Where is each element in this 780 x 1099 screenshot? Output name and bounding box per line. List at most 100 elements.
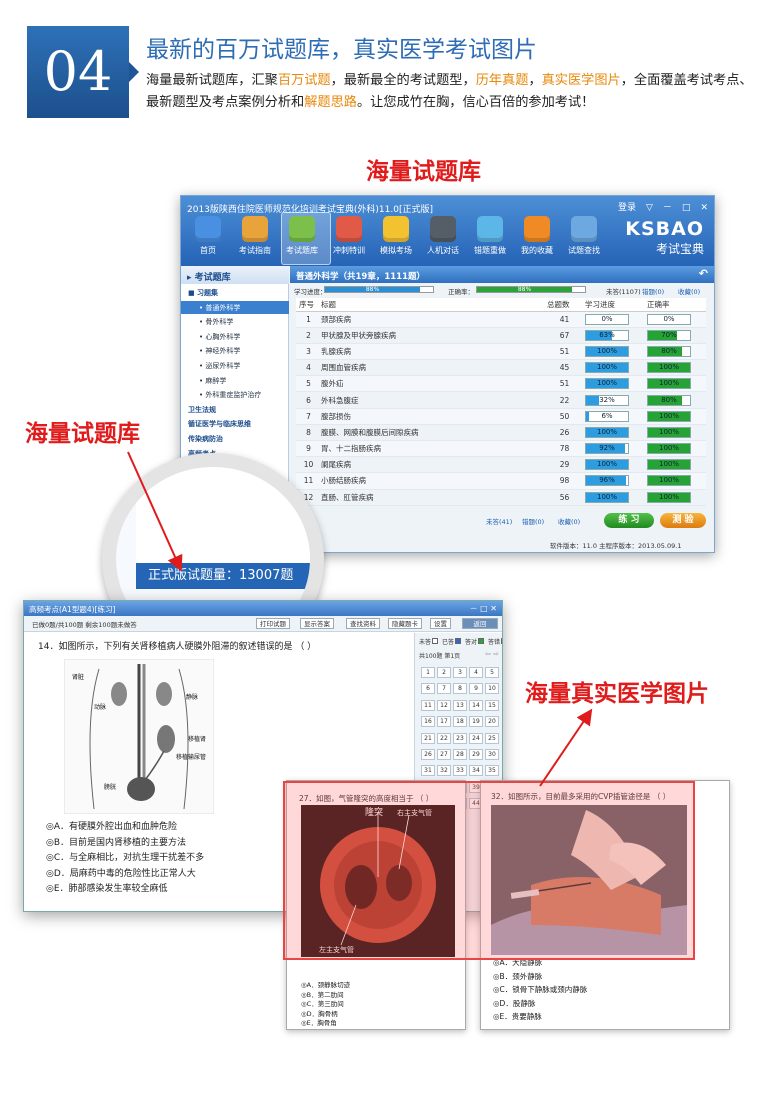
nav-item-5[interactable]: 人机对话 <box>422 216 464 262</box>
q27-option-2[interactable]: ◎C．第三肋间 <box>301 998 344 1008</box>
q27-option-3[interactable]: ◎D．胸骨柄 <box>301 1008 338 1018</box>
wrong-link[interactable]: 错题(0) <box>642 286 664 296</box>
table-row[interactable]: 2 甲状腺及甲状旁腺疾病 67 63% 70% <box>296 327 706 344</box>
answer-option-1[interactable]: ◎B．目前是国内肾移植的主要方法 <box>46 835 186 848</box>
q32-option-2[interactable]: ◎C．锁骨下静脉或颈内静脉 <box>493 984 587 995</box>
nav-item-8[interactable]: 试题查找 <box>563 216 605 262</box>
window-control-2[interactable]: － <box>663 203 672 213</box>
toolbar-button-3[interactable]: 隐藏题卡 <box>388 618 422 629</box>
window-control-4[interactable]: ✕ <box>700 203 708 213</box>
q32-option-3[interactable]: ◎D．股静脉 <box>493 998 535 1009</box>
question-number-button[interactable]: 5 <box>485 667 499 678</box>
unanswered-link[interactable]: 未答(1107) <box>606 286 641 296</box>
toolbar-button-1[interactable]: 显示答案 <box>300 618 334 629</box>
table-row[interactable]: 1 颈部疾病 41 0% 0% <box>296 311 706 328</box>
practice-button[interactable]: 练 习 <box>604 513 654 528</box>
test-button[interactable]: 测 验 <box>660 513 706 528</box>
table-row[interactable]: 3 乳腺疾病 51 100% 80% <box>296 343 706 361</box>
sidebar-item-7[interactable]: • 外科重症监护治疗 <box>181 388 289 401</box>
answer-option-4[interactable]: ◎E．肺部感染发生率较全麻低 <box>46 881 168 894</box>
table-row[interactable]: 8 腹膜、网膜和腹膜后间隙疾病 26 100% 100% <box>296 424 706 442</box>
q27-option-1[interactable]: ◎B．第二肋间 <box>301 989 344 999</box>
q27-option-4[interactable]: ◎E．胸骨角 <box>301 1017 337 1027</box>
back-arrow-icon[interactable]: ↶ <box>699 267 708 280</box>
toolbar-button-0[interactable]: 打印试题 <box>256 618 290 629</box>
sidebar-item-0[interactable]: ■ 习题集 <box>181 286 289 299</box>
question-number-button[interactable]: 16 <box>421 716 435 728</box>
nav-item-1[interactable]: 考试指南 <box>234 216 276 262</box>
question-number-button[interactable]: 11 <box>421 699 435 711</box>
q32-option-1[interactable]: ◎B．颈外静脉 <box>493 971 542 982</box>
question-number-button[interactable]: 20 <box>485 716 499 728</box>
question-number-button[interactable]: 26 <box>421 749 435 760</box>
nav-item-2[interactable]: 考试题库 <box>281 216 323 262</box>
table-row[interactable]: 9 胃、十二指肠疾病 78 92% 100% <box>296 440 706 458</box>
question-number-button[interactable]: 33 <box>453 765 467 777</box>
nav-item-6[interactable]: 错题重做 <box>469 216 511 262</box>
window-control-1[interactable]: ▽ <box>646 203 653 213</box>
question-number-button[interactable]: 4 <box>469 667 483 678</box>
window-controls[interactable]: 登录 ▽ － □ ✕ <box>608 200 708 213</box>
question-number-button[interactable]: 28 <box>453 749 467 760</box>
footer-wrong-link[interactable]: 错题(0) <box>522 516 544 526</box>
question-number-button[interactable]: 30 <box>485 749 499 760</box>
question-number-button[interactable]: 24 <box>469 732 483 744</box>
question-number-button[interactable]: 14 <box>469 699 483 711</box>
question-number-button[interactable]: 32 <box>437 765 451 777</box>
question-number-button[interactable]: 1 <box>421 667 435 678</box>
table-row[interactable]: 11小肠结肠疾病9896%100% <box>296 472 706 490</box>
question-number-button[interactable]: 18 <box>453 716 467 728</box>
question-number-button[interactable]: 6 <box>421 683 435 695</box>
window-control-3[interactable]: □ <box>682 203 691 213</box>
answer-option-3[interactable]: ◎D．局麻药中毒的危险性比正常人大 <box>46 866 196 879</box>
question-number-button[interactable]: 13 <box>453 699 467 711</box>
table-row[interactable]: 12直肠、肛管疾病56100%100% <box>296 489 706 506</box>
question-number-button[interactable]: 12 <box>437 699 451 711</box>
toolbar-button-2[interactable]: 查找资料 <box>346 618 380 629</box>
table-row[interactable]: 10 阑尾疾病 29 100% 100% <box>296 456 706 474</box>
sidebar-item-1[interactable]: • 普通外科学 <box>181 300 289 314</box>
question-number-button[interactable]: 22 <box>437 732 451 744</box>
nav-item-3[interactable]: 冲刺特训 <box>328 216 370 262</box>
question-number-button[interactable]: 2 <box>437 667 451 678</box>
table-row[interactable]: 7 腹部损伤 50 6% 100% <box>296 408 706 425</box>
question-number-button[interactable]: 25 <box>485 732 499 744</box>
nav-item-4[interactable]: 模拟考场 <box>375 216 417 262</box>
q27-option-0[interactable]: ◎A．颈静脉切迹 <box>301 979 350 989</box>
table-row[interactable]: 5 腹外疝 51 100% 100% <box>296 375 706 393</box>
question-number-button[interactable]: 29 <box>469 749 483 760</box>
question-number-button[interactable]: 8 <box>453 683 467 695</box>
page-nav-icon[interactable]: ⇦ ⇨ <box>485 650 499 658</box>
nav-item-7[interactable]: 我的收藏 <box>516 216 558 262</box>
toolbar-button-5[interactable]: 返回 <box>462 618 498 629</box>
question-number-button[interactable]: 3 <box>453 667 467 678</box>
answer-option-2[interactable]: ◎C．与全麻相比，对抗生理干扰差不多 <box>46 850 204 863</box>
q32-option-4[interactable]: ◎E．贵要静脉 <box>493 1011 542 1022</box>
question-number-button[interactable]: 10 <box>485 683 499 695</box>
footer-fav-link[interactable]: 收藏(0) <box>558 516 580 526</box>
table-row[interactable]: 6 外科急腹症 22 32% 80% <box>296 391 706 409</box>
nav-item-0[interactable]: 首页 <box>187 216 229 262</box>
table-row[interactable]: 4 周围血管疾病 45 100% 100% <box>296 359 706 377</box>
question-number-button[interactable]: 7 <box>437 683 451 695</box>
sidebar-item-8[interactable]: 卫生法规 <box>181 403 289 416</box>
question-number-button[interactable]: 35 <box>485 765 499 777</box>
sidebar-item-6[interactable]: • 麻醉学 <box>181 374 289 387</box>
question-number-button[interactable]: 34 <box>469 765 483 777</box>
practice-window-controls[interactable]: － □ ✕ <box>470 603 497 614</box>
sidebar-item-10[interactable]: 传染病防治 <box>181 432 289 445</box>
question-number-button[interactable]: 19 <box>469 716 483 728</box>
sidebar-item-3[interactable]: • 心胸外科学 <box>181 330 289 343</box>
window-control-0[interactable]: 登录 <box>618 203 636 213</box>
question-number-button[interactable]: 21 <box>421 732 435 744</box>
sidebar-item-9[interactable]: 循证医学与临床思维 <box>181 417 289 430</box>
fav-link[interactable]: 收藏(0) <box>678 286 700 296</box>
question-number-button[interactable]: 15 <box>485 699 499 711</box>
sidebar-item-5[interactable]: • 泌尿外科学 <box>181 359 289 372</box>
question-number-button[interactable]: 23 <box>453 732 467 744</box>
sidebar-item-2[interactable]: • 骨外科学 <box>181 315 289 328</box>
answer-option-0[interactable]: ◎A．有硬膜外腔出血和血肿危险 <box>46 819 177 832</box>
question-number-button[interactable]: 9 <box>469 683 483 695</box>
sidebar-item-4[interactable]: • 神经外科学 <box>181 344 289 357</box>
footer-unanswered-link[interactable]: 未答(41) <box>486 516 512 526</box>
